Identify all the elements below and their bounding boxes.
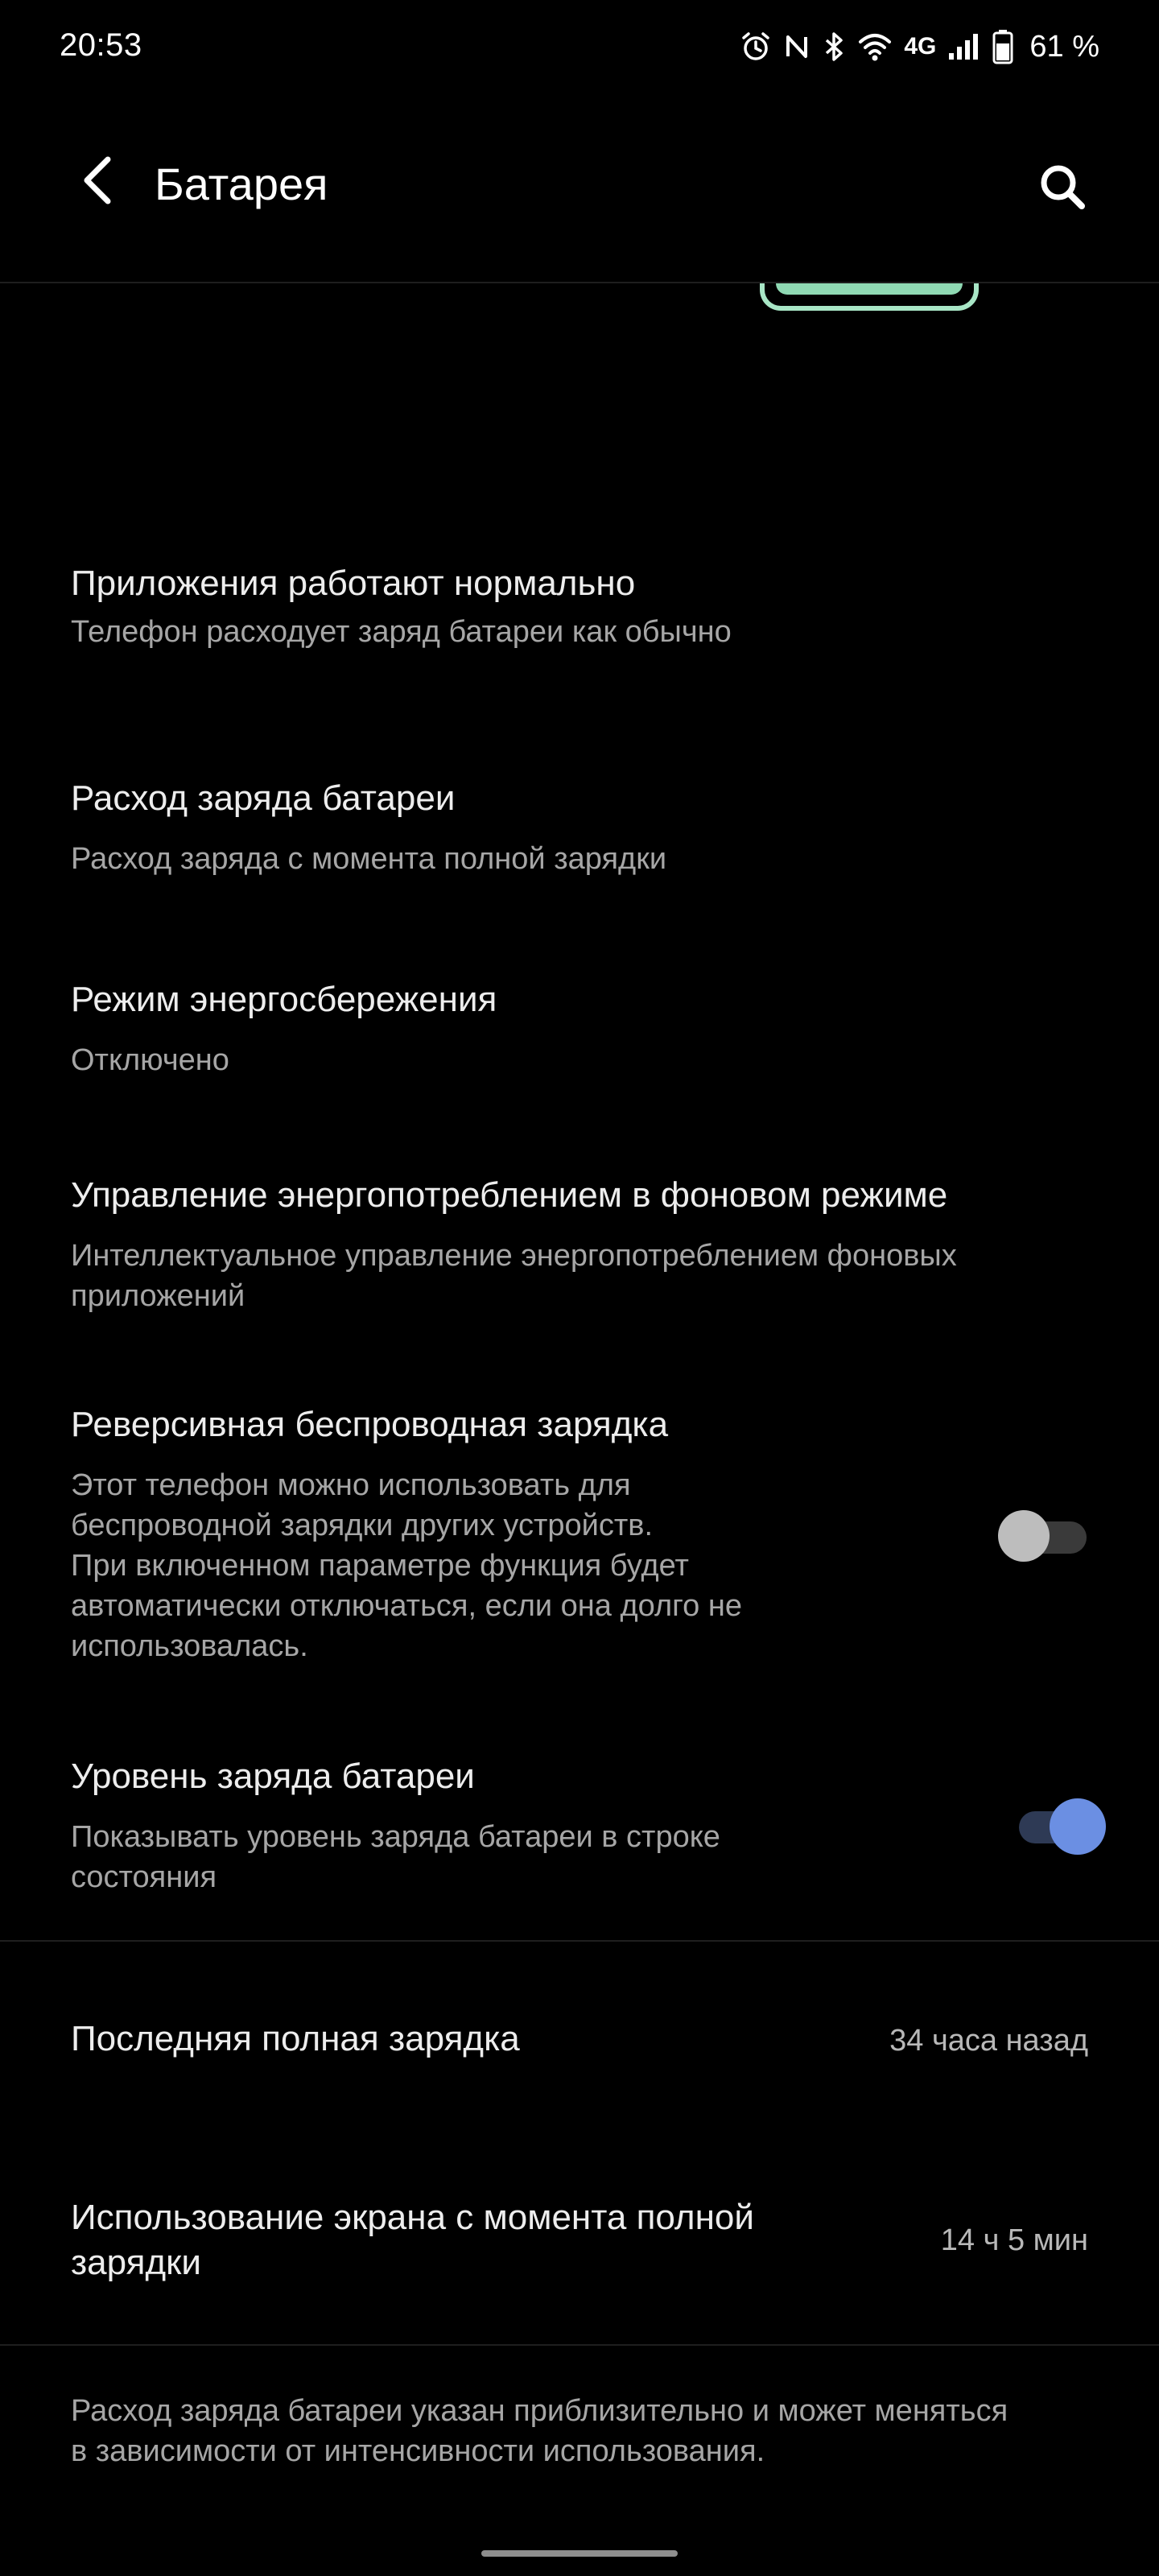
power-saving-item[interactable]: Режим энергосбережения Отключено [71, 970, 1093, 1091]
apps-status-title: Приложения работают нормально [71, 564, 636, 603]
reverse-wireless-subtitle-line4: автоматически отключаться, если она долг… [71, 1589, 742, 1623]
nfc-icon [783, 31, 810, 63]
screen-usage-title-line2: зарядки [71, 2243, 201, 2282]
battery-level-title: Уровень заряда батареи [71, 1757, 475, 1796]
reverse-wireless-subtitle-line2: беспроводной зарядки других устройств. [71, 1509, 654, 1542]
background-power-title: Управление энергопотреблением в фоновом … [71, 1175, 948, 1215]
battery-usage-title: Расход заряда батареи [71, 778, 456, 818]
apps-status-subtitle: Телефон расходует заряд батареи как обыч… [71, 615, 732, 649]
last-full-charge-title: Последняя полная зарядка [71, 2019, 520, 2058]
section-divider [0, 1940, 1159, 1942]
wifi-icon [857, 31, 893, 63]
alarm-icon [740, 31, 772, 63]
reverse-wireless-toggle[interactable] [996, 1507, 1093, 1562]
last-full-charge-value: 34 часа назад [889, 2024, 1088, 2058]
bluetooth-icon [822, 31, 846, 63]
battery-graphic-fill [776, 283, 963, 295]
screen-usage-value: 14 ч 5 мин [940, 2223, 1088, 2257]
footer-note-line2: в зависимости от интенсивности использов… [71, 2434, 765, 2468]
background-power-subtitle-line2: приложений [71, 1279, 245, 1313]
network-type: 4G [904, 33, 937, 60]
battery-percent: 61 % [1029, 29, 1099, 64]
battery-level-subtitle-line2: состояния [71, 1860, 217, 1894]
page-title: Батарея [155, 159, 328, 209]
last-full-charge-item: Последняя полная зарядка 34 часа назад [71, 2013, 1093, 2077]
power-saving-title: Режим энергосбережения [71, 980, 497, 1019]
reverse-wireless-subtitle-line5: использовалась. [71, 1629, 308, 1663]
background-power-item[interactable]: Управление энергопотреблением в фоновом … [71, 1167, 1117, 1328]
apps-status-item[interactable]: Приложения работают нормально Телефон ра… [71, 555, 1093, 676]
screen-usage-item: Использование экрана с момента полной за… [71, 2190, 1093, 2294]
back-arrow-icon [79, 155, 114, 210]
battery-usage-item[interactable]: Расход заряда батареи Расход заряда с мо… [71, 769, 1093, 890]
cellular-signal-icon [947, 31, 981, 63]
background-power-subtitle-line1: Интеллектуальное управление энергопотреб… [71, 1239, 957, 1273]
footer-divider [0, 2344, 1159, 2346]
search-icon [1037, 161, 1088, 217]
battery-level-toggle[interactable] [1016, 1797, 1112, 1855]
footer-note: Расход заряда батареи указан приблизител… [71, 2391, 1109, 2471]
back-button[interactable] [64, 150, 129, 214]
app-bar-divider [0, 282, 1159, 283]
status-bar: 20:53 4G 61 % [0, 0, 1159, 97]
screen-usage-title-line1: Использование экрана с момента полной [71, 2198, 754, 2237]
status-icons: 4G 61 % [740, 24, 1099, 69]
power-saving-subtitle: Отключено [71, 1043, 229, 1077]
search-button[interactable] [1024, 150, 1101, 227]
battery-usage-subtitle: Расход заряда с момента полной зарядки [71, 842, 667, 876]
reverse-wireless-subtitle-line3: При включенном параметре функция будет [71, 1549, 689, 1583]
footer-note-line1: Расход заряда батареи указан приблизител… [71, 2394, 1008, 2428]
battery-level-toggle-thumb [1050, 1798, 1106, 1855]
reverse-wireless-subtitle-line1: Этот телефон можно использовать для [71, 1468, 631, 1502]
reverse-wireless-toggle-thumb [998, 1510, 1050, 1562]
battery-level-item[interactable]: Уровень заряда батареи Показывать уровен… [71, 1747, 996, 1908]
battery-icon [992, 29, 1013, 64]
reverse-wireless-title: Реверсивная беспроводная зарядка [71, 1405, 669, 1444]
battery-level-subtitle-line1: Показывать уровень заряда батареи в стро… [71, 1820, 720, 1854]
reverse-wireless-item[interactable]: Реверсивная беспроводная зарядка Этот те… [71, 1397, 1117, 1670]
gesture-nav-handle[interactable] [481, 2550, 678, 2557]
status-time: 20:53 [60, 27, 142, 63]
